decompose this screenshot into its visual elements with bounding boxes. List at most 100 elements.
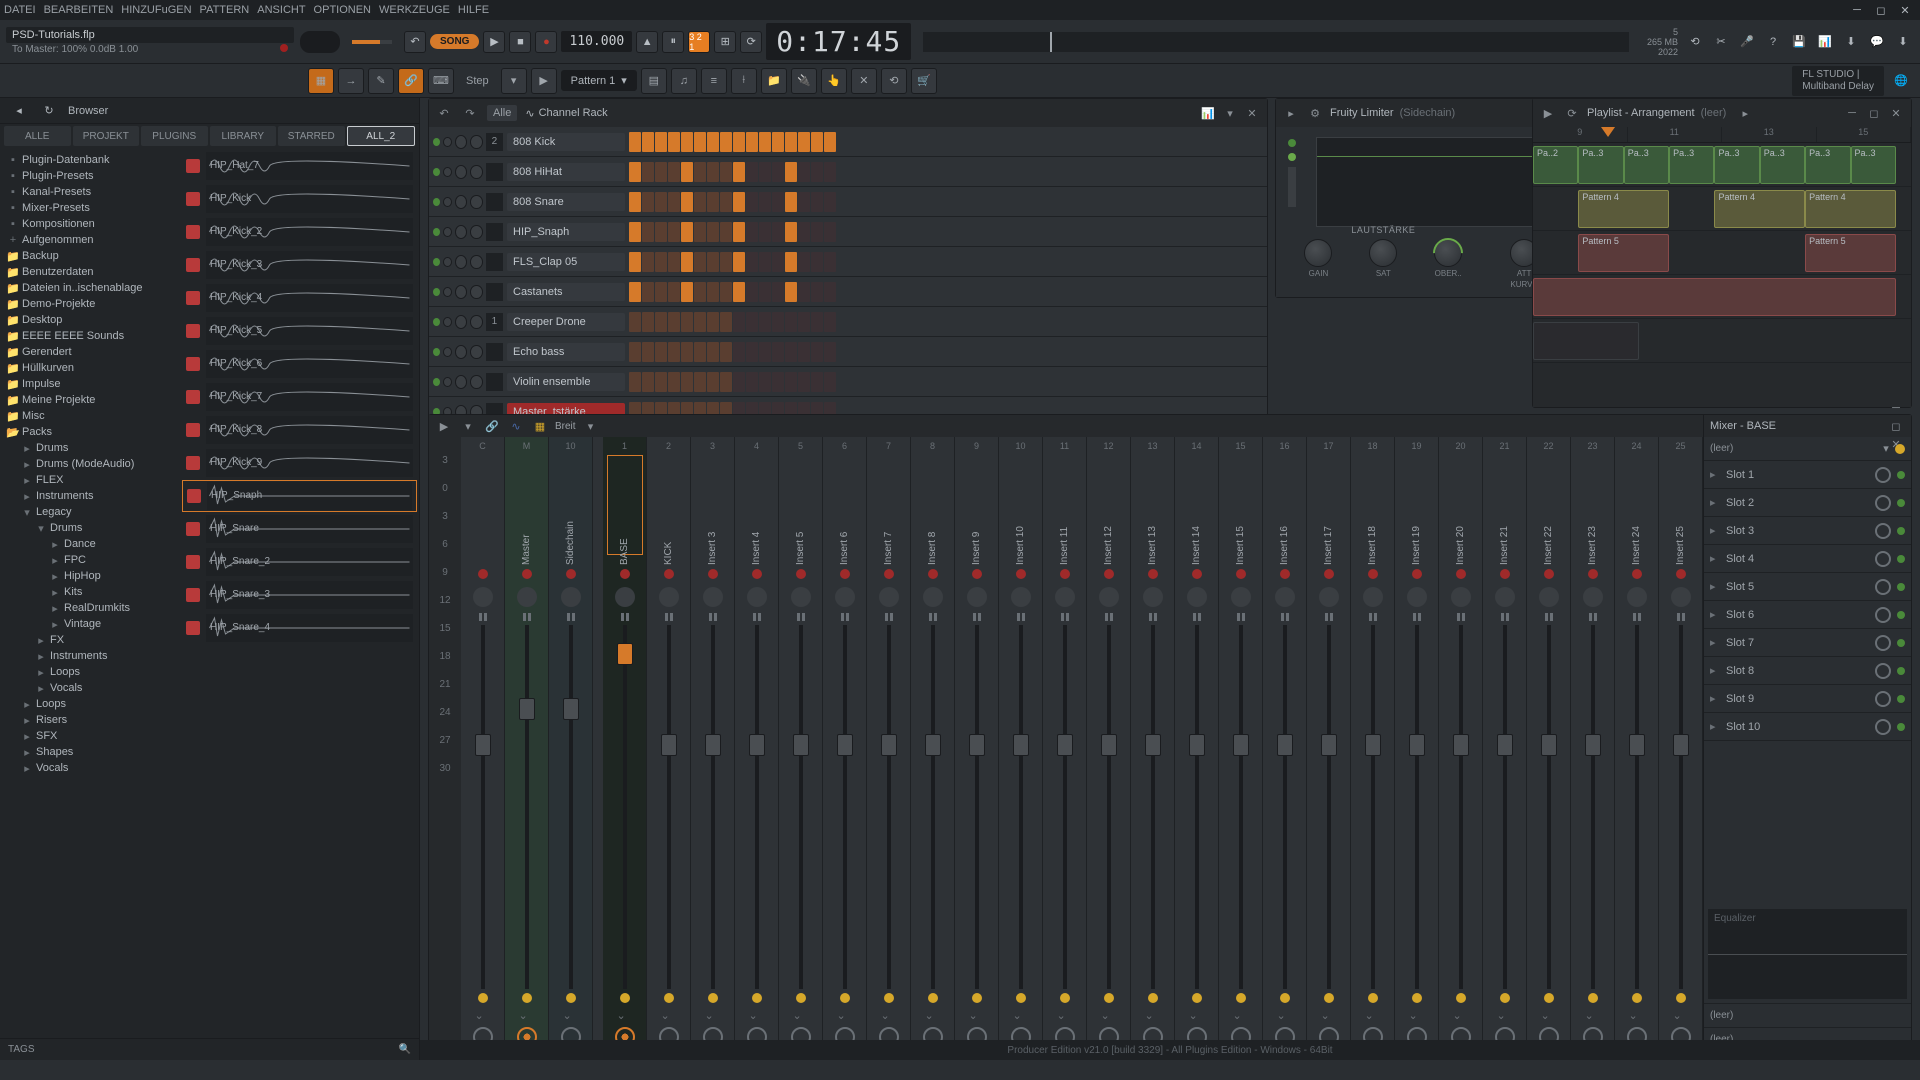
- tree-expand-icon[interactable]: ▸: [50, 555, 60, 565]
- tree-expand-icon[interactable]: ▸: [22, 715, 32, 725]
- channel-mixer-num[interactable]: [486, 253, 503, 271]
- mixer-stereo-sep[interactable]: [1229, 613, 1253, 623]
- fx-slot-arrow-icon[interactable]: ▸: [1710, 552, 1720, 565]
- mixer-rec-arm[interactable]: [796, 569, 806, 579]
- fx-slot-enable-led[interactable]: [1897, 555, 1905, 563]
- mixer-link-icon[interactable]: ⌄: [1541, 1009, 1557, 1021]
- mixer-mute-button[interactable]: [1148, 993, 1158, 1003]
- mixer-link-icon[interactable]: ⌄: [1277, 1009, 1293, 1021]
- mixer-rec-arm[interactable]: [884, 569, 894, 579]
- step-button[interactable]: [798, 282, 810, 302]
- mixer-track[interactable]: 4Insert 4⌄: [735, 437, 779, 1051]
- time-display[interactable]: 0:17:45: [766, 23, 911, 60]
- step-button[interactable]: [655, 282, 667, 302]
- step-button[interactable]: [733, 192, 745, 212]
- fx-slot-enable-led[interactable]: [1897, 723, 1905, 731]
- step-button[interactable]: [824, 342, 836, 362]
- browser-tab-projekt[interactable]: PROJEKT: [73, 126, 140, 146]
- step-button[interactable]: [655, 312, 667, 332]
- tree-expand-icon[interactable]: 📁: [8, 299, 18, 309]
- sample-item[interactable]: HIP_Snaph: [182, 480, 417, 512]
- mx-menu-icon[interactable]: ▾: [459, 417, 477, 435]
- pattern-selector[interactable]: Pattern 1▾: [561, 70, 637, 91]
- step-button[interactable]: [798, 342, 810, 362]
- step-button[interactable]: [785, 192, 797, 212]
- mixer-track-name[interactable]: Insert 13: [1147, 455, 1158, 565]
- step-button[interactable]: [811, 252, 823, 272]
- mixer-stereo-sep[interactable]: [1537, 613, 1561, 623]
- channel-vol-knob[interactable]: [470, 285, 482, 299]
- step-button[interactable]: [642, 132, 654, 152]
- mixer-fader[interactable]: [481, 625, 485, 989]
- step-button[interactable]: [733, 132, 745, 152]
- step-button[interactable]: [655, 222, 667, 242]
- step-button[interactable]: [772, 162, 784, 182]
- mixer-track-name[interactable]: Insert 8: [927, 455, 938, 565]
- mixer-track-name[interactable]: BASE: [619, 455, 630, 565]
- browser-tab-all2[interactable]: ALL_2: [347, 126, 416, 146]
- mixer-rec-arm[interactable]: [1060, 569, 1070, 579]
- step-button[interactable]: [811, 312, 823, 332]
- tree-item[interactable]: 📁Desktop: [0, 312, 180, 328]
- mixer-pan-knob[interactable]: [1099, 587, 1119, 607]
- step-button[interactable]: [720, 372, 732, 392]
- step-button[interactable]: [798, 132, 810, 152]
- mixer-mute-button[interactable]: [1236, 993, 1246, 1003]
- tree-expand-icon[interactable]: 📁: [8, 267, 18, 277]
- mxr-input-arrow-icon[interactable]: ▾: [1877, 440, 1895, 458]
- step-button[interactable]: [720, 282, 732, 302]
- mixer-stereo-sep[interactable]: [1053, 613, 1077, 623]
- mixer-mute-button[interactable]: [796, 993, 806, 1003]
- tree-item[interactable]: 📁Impulse: [0, 376, 180, 392]
- channel-vol-knob[interactable]: [470, 375, 482, 389]
- browser-tab-alle[interactable]: ALLE: [4, 126, 71, 146]
- tree-expand-icon[interactable]: 📁: [8, 251, 18, 261]
- mixer-stereo-sep[interactable]: [559, 613, 583, 623]
- tree-expand-icon[interactable]: 📁: [8, 379, 18, 389]
- step-button[interactable]: [798, 162, 810, 182]
- tree-expand-icon[interactable]: ▸: [22, 699, 32, 709]
- step-button[interactable]: [811, 342, 823, 362]
- step-button[interactable]: [824, 162, 836, 182]
- mixer-mute-button[interactable]: [1324, 993, 1334, 1003]
- step-button[interactable]: [668, 222, 680, 242]
- channel-select[interactable]: [443, 137, 452, 147]
- tree-item[interactable]: 📁Demo-Projekte: [0, 296, 180, 312]
- chat-icon[interactable]: 💬: [1866, 31, 1888, 53]
- mixer-pan-knob[interactable]: [1407, 587, 1427, 607]
- tree-expand-icon[interactable]: ▸: [22, 491, 32, 501]
- step-button[interactable]: [681, 162, 693, 182]
- step-button[interactable]: [629, 282, 641, 302]
- mixer-link-icon[interactable]: ⌄: [969, 1009, 985, 1021]
- step-button[interactable]: [720, 252, 732, 272]
- mixer-track-name[interactable]: Insert 22: [1543, 455, 1554, 565]
- mixer-rec-arm[interactable]: [1676, 569, 1686, 579]
- step-button[interactable]: [629, 132, 641, 152]
- mixer-link-icon[interactable]: ⌄: [1453, 1009, 1469, 1021]
- mixer-fader[interactable]: [711, 625, 715, 989]
- menu-ansicht[interactable]: ANSICHT: [257, 4, 305, 16]
- mx-link-icon[interactable]: 🔗: [483, 417, 501, 435]
- snap-button[interactable]: ✎: [368, 68, 394, 94]
- step-button[interactable]: [668, 162, 680, 182]
- step-button[interactable]: [759, 372, 771, 392]
- mixer-pan-knob[interactable]: [561, 587, 581, 607]
- channel-name-button[interactable]: Echo bass: [507, 343, 625, 361]
- step-button[interactable]: [694, 192, 706, 212]
- step-button[interactable]: [681, 222, 693, 242]
- step-button[interactable]: [694, 132, 706, 152]
- mixer-track[interactable]: 25Insert 25⌄: [1659, 437, 1703, 1051]
- step-button[interactable]: [629, 222, 641, 242]
- tree-expand-icon[interactable]: 📁: [8, 395, 18, 405]
- mixer-pan-knob[interactable]: [517, 587, 537, 607]
- mixer-stereo-sep[interactable]: [1273, 613, 1297, 623]
- mixer-stereo-sep[interactable]: [701, 613, 725, 623]
- step-button[interactable]: [772, 372, 784, 392]
- mixer-stereo-sep[interactable]: [1669, 613, 1693, 623]
- fx-slot-arrow-icon[interactable]: ▸: [1710, 524, 1720, 537]
- channel-name-button[interactable]: Violin ensemble: [507, 373, 625, 391]
- browser-collapse-icon[interactable]: ◂: [8, 100, 30, 122]
- step-button[interactable]: [707, 162, 719, 182]
- mixer-stereo-sep[interactable]: [745, 613, 769, 623]
- tree-expand-icon[interactable]: ▸: [50, 619, 60, 629]
